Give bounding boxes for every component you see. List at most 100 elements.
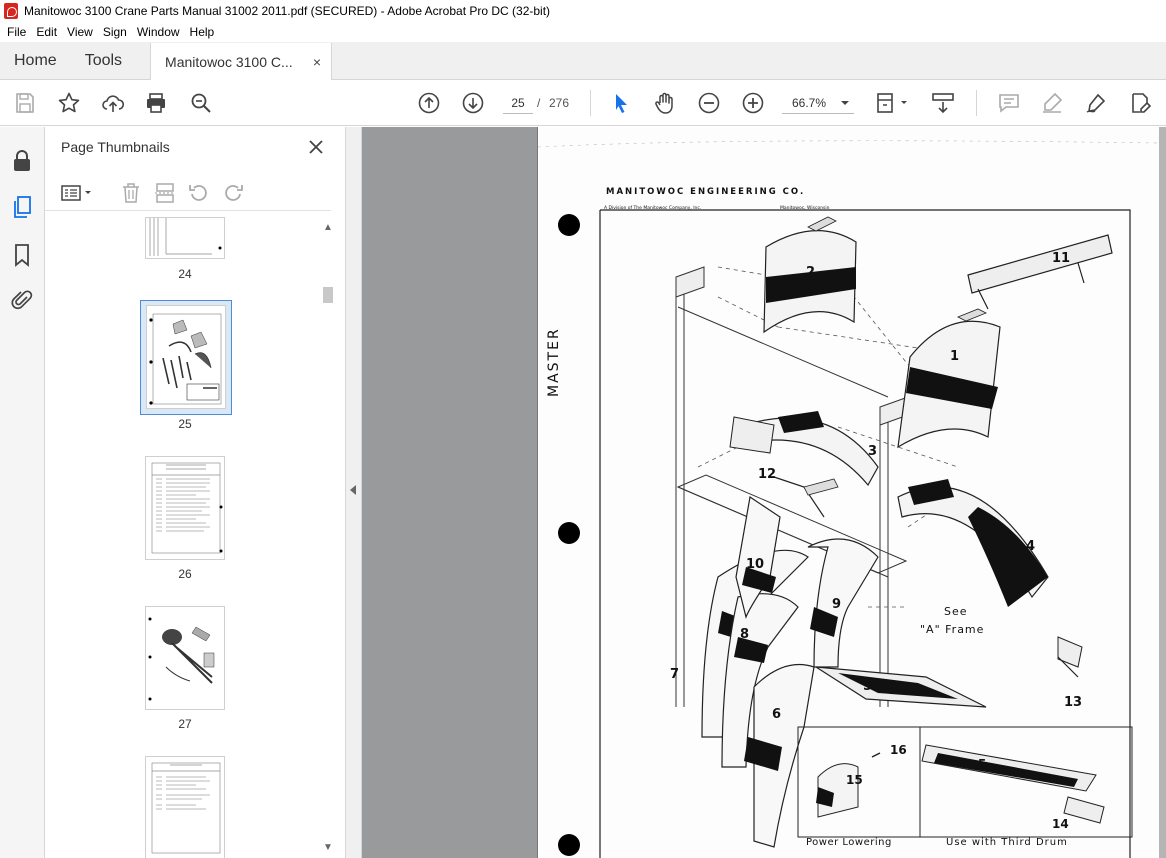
scroll-mode-icon[interactable] (931, 91, 955, 115)
hand-tool-icon[interactable] (653, 91, 677, 115)
callout-see: See (944, 605, 968, 618)
upload-cloud-icon[interactable] (101, 91, 125, 115)
close-panel-icon[interactable] (305, 136, 327, 158)
tab-document[interactable]: Manitowoc 3100 C... × (150, 43, 333, 80)
part-number-label: 10 (746, 557, 765, 572)
toolbar-divider (590, 90, 591, 116)
toolbar: / 276 66.7% (0, 80, 1166, 126)
acrobat-logo-icon (4, 3, 18, 19)
page-edge-shadow (1159, 127, 1166, 858)
page-thumbnails-panel: Page Thumbnails 24 25 26 27 ▲ ▼ (45, 127, 346, 858)
part-number-label: 1 (950, 349, 960, 364)
scroll-down-icon[interactable]: ▼ (323, 843, 333, 853)
part-number-label: 4 (1026, 539, 1036, 554)
part-number-label: 2 (806, 265, 816, 280)
tab-document-label: Manitowoc 3100 C... (165, 53, 293, 70)
pdf-page: MANITOWOC ENGINEERING CO. A Division of … (537, 127, 1161, 858)
part-number-label: 6 (772, 707, 782, 722)
panel-title: Page Thumbnails (61, 139, 170, 155)
menu-window[interactable]: Window (132, 25, 185, 39)
scroll-up-icon[interactable]: ▲ (323, 223, 333, 233)
highlight-pen-icon[interactable] (1040, 91, 1064, 115)
part-number-label: 12 (758, 467, 777, 482)
exploded-parts-drawing (538, 140, 1159, 858)
page-number-input[interactable] (503, 92, 533, 114)
inset-part-number: 14 (1052, 817, 1069, 831)
menu-bar: File Edit View Sign Window Help (0, 22, 1166, 42)
company-division: A Division of The Manitowoc Company, Inc… (604, 206, 702, 211)
bookmark-icon[interactable] (10, 243, 34, 267)
tab-tools[interactable]: Tools (71, 42, 136, 79)
inset-part-number: 15 (846, 773, 863, 787)
tab-home[interactable]: Home (0, 42, 71, 79)
lock-icon[interactable] (10, 149, 34, 173)
part-number-label: 13 (1064, 695, 1083, 710)
next-page-icon[interactable] (461, 91, 485, 115)
thumbnail-options-menu-icon[interactable] (60, 181, 96, 205)
thumbnail-label: 24 (178, 267, 192, 281)
inset-part-number: 16 (890, 743, 907, 757)
part-number-label: 5 (863, 679, 873, 694)
extract-page-icon[interactable] (153, 181, 177, 205)
document-view[interactable]: MANITOWOC ENGINEERING CO. A Division of … (362, 127, 1166, 858)
thumbnail-scrollbar[interactable]: ▲ ▼ (322, 219, 334, 857)
sign-pen-icon[interactable] (1084, 91, 1108, 115)
save-icon[interactable] (13, 91, 37, 115)
zoom-level-select[interactable]: 66.7% (782, 92, 854, 114)
panel-collapse-handle[interactable] (346, 127, 362, 858)
part-number-label: 11 (1052, 251, 1071, 266)
menu-view[interactable]: View (62, 25, 98, 39)
chevron-down-icon (841, 100, 849, 105)
zoom-out-icon[interactable] (697, 91, 721, 115)
thumbnail-list: 24 25 26 27 (45, 213, 331, 858)
print-icon[interactable] (144, 91, 168, 115)
tab-bar: Home Tools Manitowoc 3100 C... × (0, 42, 1166, 80)
part-number-label: 9 (832, 597, 842, 612)
part-number-label: 3 (868, 444, 878, 459)
page-thumbnail[interactable] (145, 456, 225, 560)
chevron-left-icon (350, 485, 356, 495)
attachment-paperclip-icon[interactable] (10, 288, 34, 312)
thumbnail-label: 25 (178, 417, 192, 431)
close-tab-icon[interactable]: × (313, 54, 321, 70)
inset-caption-right: Use with Third Drum (946, 837, 1068, 848)
master-stamp: MASTER (546, 327, 562, 397)
star-icon[interactable] (57, 91, 81, 115)
edit-document-icon[interactable] (1128, 91, 1152, 115)
rotate-clockwise-icon[interactable] (221, 181, 245, 205)
menu-sign[interactable]: Sign (98, 25, 132, 39)
company-heading: MANITOWOC ENGINEERING CO. (606, 187, 806, 197)
title-bar: Manitowoc 3100 Crane Parts Manual 31002 … (0, 0, 1166, 22)
thumbnail-label: 26 (178, 567, 192, 581)
part-number-label: 8 (740, 627, 750, 642)
comment-icon[interactable] (997, 91, 1021, 115)
zoom-search-icon[interactable] (189, 91, 213, 115)
page-fit-icon[interactable] (875, 91, 913, 115)
zoom-in-icon[interactable] (741, 91, 765, 115)
thumbnail-tools (45, 175, 331, 211)
page-thumbnails-icon[interactable] (10, 195, 34, 219)
zoom-level-value: 66.7% (792, 95, 827, 110)
left-rail (0, 127, 45, 858)
previous-page-icon[interactable] (417, 91, 441, 115)
scrollbar-thumb[interactable] (323, 287, 333, 303)
page-thumbnail[interactable] (145, 756, 225, 858)
callout-a-frame: "A" Frame (920, 623, 985, 636)
select-cursor-icon[interactable] (609, 91, 633, 115)
menu-file[interactable]: File (2, 25, 31, 39)
inset-caption-left: Power Lowering (806, 837, 892, 848)
delete-page-icon[interactable] (119, 181, 143, 205)
page-total: 276 (549, 96, 570, 110)
menu-help[interactable]: Help (185, 25, 220, 39)
toolbar-divider (976, 90, 977, 116)
menu-edit[interactable]: Edit (31, 25, 62, 39)
window-title: Manitowoc 3100 Crane Parts Manual 31002 … (24, 4, 551, 18)
rotate-counterclockwise-icon[interactable] (187, 181, 211, 205)
part-number-label: 7 (670, 667, 680, 682)
inset-part-number: 5 (978, 757, 987, 771)
page-thumbnail[interactable] (145, 606, 225, 710)
page-thumbnail-selected[interactable] (146, 305, 226, 409)
company-location: Manitowoc, Wisconsin (780, 206, 830, 211)
page-thumbnail[interactable] (145, 217, 225, 259)
page-separator: / (537, 96, 541, 110)
